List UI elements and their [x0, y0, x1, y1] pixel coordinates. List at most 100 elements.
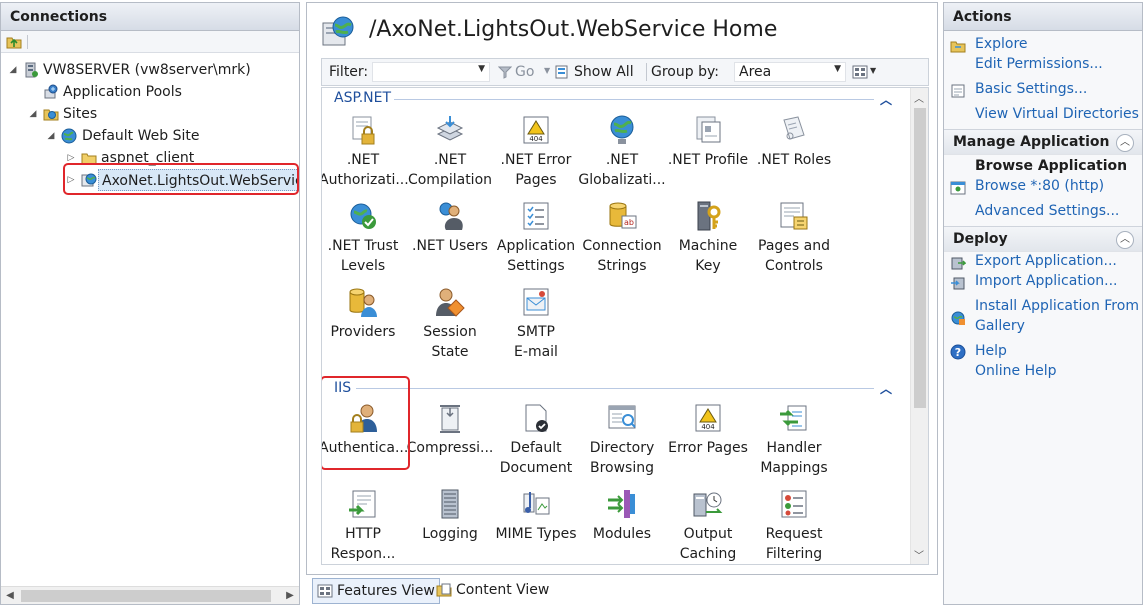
feature-machine-key[interactable]: Machine Key [664, 200, 752, 276]
tab-label: Features View [337, 583, 435, 599]
dropdown-arrow-icon[interactable]: ▼ [478, 64, 485, 74]
collapse-arrow-icon[interactable]: ◢ [7, 59, 19, 81]
feature-label: Controls [765, 258, 823, 274]
go-button[interactable]: Go [515, 59, 534, 85]
features-content: ASP.NET ︿ .NET Authorizati... .NET Compi… [321, 87, 929, 565]
feature-logging[interactable]: Logging [406, 488, 494, 544]
feature-net-profile[interactable]: .NET Profile [664, 114, 752, 170]
dropdown-arrow-icon[interactable]: ▼ [834, 64, 841, 74]
collapse-icon[interactable]: ︿ [1116, 134, 1134, 152]
feature-http-response-headers[interactable]: HTTP Respon... [322, 488, 407, 564]
feature-net-authorization[interactable]: .NET Authorizati... [321, 114, 409, 190]
feature-label: .NET Profile [667, 152, 749, 168]
collapse-caret-icon[interactable]: ︿ [880, 380, 892, 397]
collapse-arrow-icon[interactable]: ◢ [27, 103, 39, 125]
features-panel: /AxoNet.LightsOut.WebService Home Filter… [306, 2, 938, 575]
view-mode-dropdown-icon[interactable]: ▼ [870, 66, 876, 75]
vertical-scrollbar[interactable]: ︿ ﹀ [910, 88, 928, 564]
scroll-down-icon[interactable]: ﹀ [914, 547, 924, 562]
collapse-caret-icon[interactable]: ︿ [880, 91, 892, 108]
scroll-right-icon[interactable]: ▶ [281, 587, 299, 604]
connections-tree: ◢ VW8SERVER (vw8server\mrk) Application … [1, 55, 299, 585]
feature-label: .NET [605, 152, 639, 168]
globe-icon [610, 115, 634, 144]
feature-label: Mappings [760, 460, 828, 476]
install-from-gallery-link-2[interactable]: Gallery [975, 318, 1025, 334]
collapse-arrow-icon[interactable]: ◢ [45, 125, 57, 147]
feature-error-pages[interactable]: 404 Error Pages [664, 402, 752, 458]
feature-smtp-email[interactable]: SMTP E-mail [492, 286, 580, 362]
tree-item-server[interactable]: ◢ VW8SERVER (vw8server\mrk) [1, 59, 299, 81]
tree-item-application-pools[interactable]: Application Pools [1, 81, 299, 103]
feature-default-document[interactable]: Default Document [492, 402, 580, 478]
help-link[interactable]: Help [975, 343, 1007, 359]
tab-content-view[interactable]: Content View [432, 578, 553, 604]
feature-modules[interactable]: Modules [578, 488, 666, 544]
explore-link[interactable]: Explore [975, 36, 1028, 52]
group-by-select[interactable]: Area ▼ [734, 62, 846, 82]
group-header-aspnet[interactable]: ASP.NET [334, 90, 391, 106]
import-application-link[interactable]: Import Application... [975, 273, 1118, 289]
feature-mime-types[interactable]: MIME Types [492, 488, 580, 544]
feature-directory-browsing[interactable]: Directory Browsing [578, 402, 666, 478]
scroll-thumb[interactable] [914, 108, 926, 408]
feature-request-filtering[interactable]: Request Filtering [750, 488, 838, 564]
feature-label: Levels [340, 258, 386, 274]
compilation-stack-icon [436, 116, 464, 141]
deploy-header[interactable]: Deploy ︿ [944, 226, 1142, 252]
feature-compression[interactable]: Compressi... [406, 402, 494, 458]
up-folder-icon[interactable] [6, 34, 22, 50]
request-filtering-icon [781, 490, 807, 518]
tree-item-default-web-site[interactable]: ◢ Default Web Site [1, 125, 299, 147]
pages-controls-icon [780, 202, 808, 230]
scroll-left-icon[interactable]: ◀ [1, 587, 19, 604]
manage-application-header[interactable]: Manage Application ︿ [944, 129, 1142, 155]
authorization-lock-icon [352, 116, 375, 145]
feature-label: Error Pages [668, 440, 748, 456]
edit-permissions-link[interactable]: Edit Permissions... [975, 56, 1103, 72]
default-document-icon [525, 404, 548, 432]
section-title: Manage Application [953, 134, 1110, 150]
view-virtual-directories-link[interactable]: View Virtual Directories [975, 106, 1139, 122]
basic-settings-link[interactable]: Basic Settings... [975, 81, 1087, 97]
feature-net-users[interactable]: .NET Users [406, 200, 494, 256]
feature-label: Authorizati... [321, 172, 409, 188]
feature-connection-strings[interactable]: ab Connection Strings [578, 200, 666, 276]
feature-handler-mappings[interactable]: Handler Mappings [750, 402, 838, 478]
directory-browsing-icon [608, 405, 636, 429]
feature-label: Handler [766, 440, 822, 456]
feature-net-trust-levels[interactable]: .NET Trust Levels [322, 200, 407, 276]
compression-icon [440, 405, 460, 433]
view-mode-icon[interactable] [852, 64, 868, 80]
feature-net-compilation[interactable]: .NET Compilation [406, 114, 494, 190]
error-page-icon: 404 [523, 116, 549, 144]
feature-label: Application [496, 238, 576, 254]
feature-label: Session [423, 324, 477, 340]
show-all-icon [555, 65, 568, 79]
collapse-icon[interactable]: ︿ [1116, 231, 1134, 249]
feature-providers[interactable]: Providers [322, 286, 407, 342]
filter-input[interactable]: ▼ [372, 62, 490, 82]
basic-settings-icon [951, 84, 965, 98]
tree-item-sites[interactable]: ◢ Sites [1, 103, 299, 125]
roles-icon [783, 116, 805, 140]
horizontal-scrollbar[interactable]: ◀ ▶ [1, 586, 299, 604]
feature-net-globalization[interactable]: .NET Globalizati... [578, 114, 666, 190]
browse-http-link[interactable]: Browse *:80 (http) [975, 178, 1104, 194]
export-application-link[interactable]: Export Application... [975, 253, 1117, 269]
modules-icon [608, 490, 635, 518]
install-from-gallery-link[interactable]: Install Application From [975, 298, 1139, 314]
go-dropdown-icon[interactable]: ▼ [544, 66, 550, 75]
scroll-up-icon[interactable]: ︿ [914, 90, 924, 105]
advanced-settings-link[interactable]: Advanced Settings... [975, 203, 1119, 219]
feature-net-error-pages[interactable]: 404 .NET Error Pages [492, 114, 580, 190]
feature-application-settings[interactable]: Application Settings [492, 200, 580, 276]
online-help-link[interactable]: Online Help [975, 363, 1057, 379]
feature-pages-and-controls[interactable]: Pages and Controls [750, 200, 838, 276]
feature-session-state[interactable]: Session State [406, 286, 494, 362]
show-all-button[interactable]: Show All [574, 59, 634, 85]
feature-output-caching[interactable]: Output Caching [664, 488, 752, 564]
tab-features-view[interactable]: Features View [312, 578, 440, 604]
scroll-thumb[interactable] [21, 590, 271, 602]
feature-net-roles[interactable]: .NET Roles [750, 114, 838, 170]
